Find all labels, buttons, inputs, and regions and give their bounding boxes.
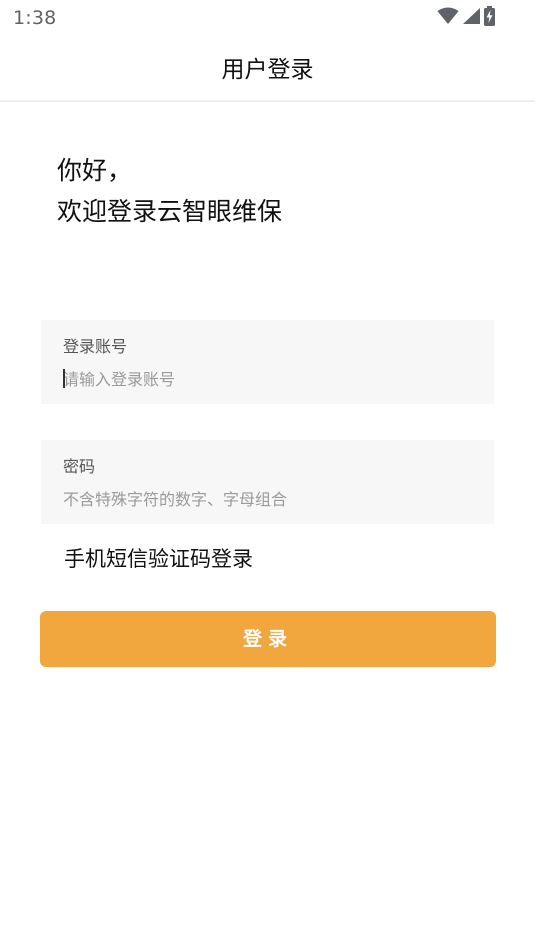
password-field-label: 密码 xyxy=(63,457,96,476)
text-caret xyxy=(63,369,65,388)
greeting-line-welcome: 欢迎登录云智眼维保 xyxy=(57,197,283,226)
sms-code-login-link[interactable]: 手机短信验证码登录 xyxy=(64,543,253,573)
status-icons xyxy=(437,6,495,30)
title-bar: 用户登录 xyxy=(0,36,535,102)
account-field-label: 登录账号 xyxy=(63,337,128,356)
status-bar: 1:38 xyxy=(0,0,535,36)
battery-charging-icon xyxy=(484,6,495,30)
cell-signal-icon xyxy=(462,7,481,29)
login-screen: 1:38 用户登录 你好， 欢迎登录云智眼维保 登录账号 请输入登录账号 密码 … xyxy=(0,0,535,951)
page-title: 用户登录 xyxy=(221,57,314,83)
login-button[interactable]: 登录 xyxy=(40,611,496,667)
account-input[interactable] xyxy=(62,366,473,392)
account-field: 登录账号 xyxy=(41,320,494,404)
password-input[interactable] xyxy=(62,486,473,512)
welcome-greeting: 你好， 欢迎登录云智眼维保 xyxy=(57,150,282,232)
password-field: 密码 xyxy=(41,440,494,524)
wifi-icon xyxy=(437,7,459,29)
status-time: 1:38 xyxy=(13,7,57,29)
greeting-line-hello: 你好， xyxy=(57,156,133,185)
